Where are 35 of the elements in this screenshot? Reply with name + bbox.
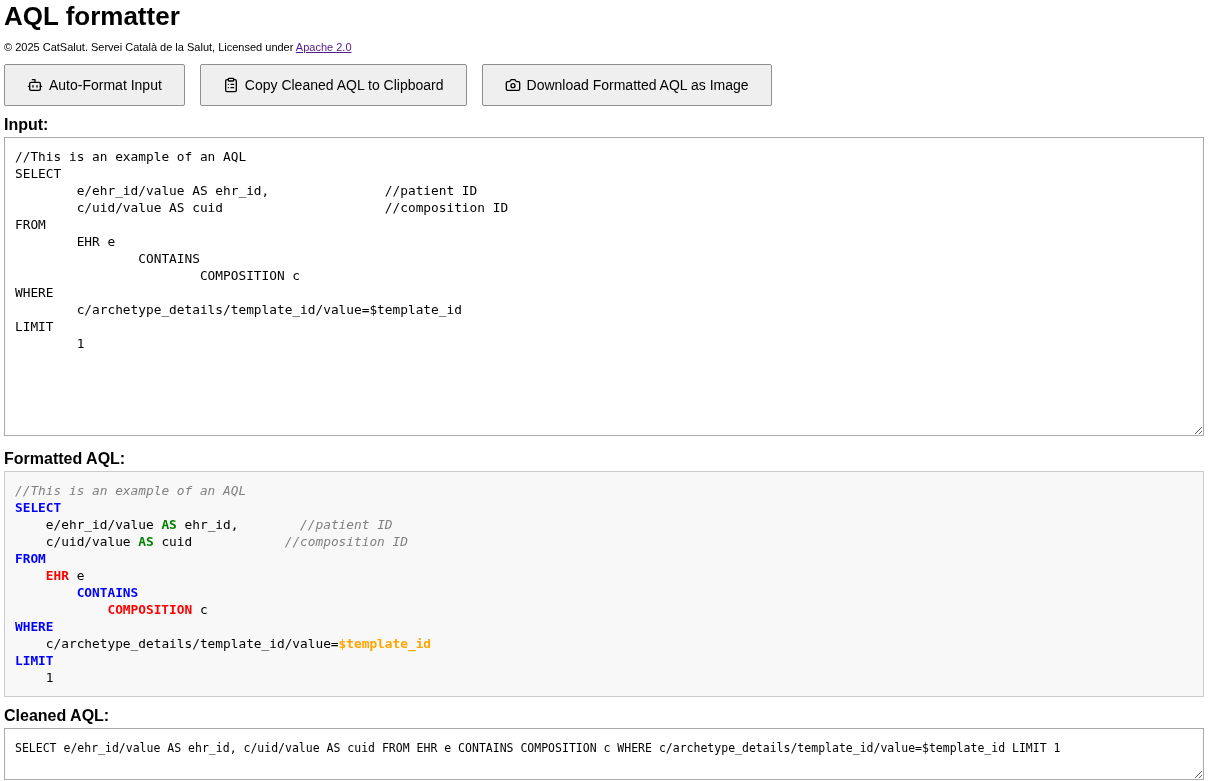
code-token: c/archetype_details/template_id/value=	[45, 636, 339, 651]
code-token: WHERE	[15, 619, 54, 634]
code-token: AS	[138, 534, 154, 549]
input-field[interactable]: //This is an example of an AQL SELECT e/ehr_id/value AS ehr_id, //patient ID c/uid/value AS cuid //composition ID FROM EHR e CONTAINS COMPOSITION c WHERE c/archetype_details/template_id/value=$template_id LIMIT 1	[4, 137, 1204, 436]
code-token: c	[198, 602, 208, 617]
code-token: //patient ID	[300, 517, 393, 532]
camera-icon	[504, 77, 521, 93]
code-token: AS	[161, 517, 177, 532]
cleaned-output-field[interactable]: SELECT e/ehr_id/value AS ehr_id, c/uid/value AS cuid FROM EHR e CONTAINS COMPOSITION c WHERE c/archetype_details/template_id/value=$template_id LIMIT 1	[4, 728, 1204, 780]
code-token: 1	[45, 670, 54, 685]
code-token: ehr_id,	[183, 517, 240, 532]
section-label: Formatted AQL:	[4, 450, 126, 468]
code-token: COMPOSITION	[107, 602, 193, 617]
code-token: //composition ID	[284, 534, 408, 549]
robot-icon	[27, 77, 43, 93]
toolbar-button[interactable]: Download Formatted AQL as Image	[481, 64, 772, 106]
code-token: CONTAINS	[76, 585, 139, 600]
section-label: Input:	[4, 116, 49, 134]
toolbar-button[interactable]: Auto-Format Input	[4, 64, 185, 106]
toolbar-button[interactable]: Copy Cleaned AQL to Clipboard	[199, 64, 467, 106]
clipboard-icon	[222, 77, 239, 93]
code-token: c/uid/value	[45, 534, 132, 549]
license-link[interactable]: Apache 2.0	[295, 41, 352, 53]
code-token: //This is an example of an AQL	[15, 483, 247, 498]
code-token: e	[75, 568, 85, 583]
section-label: Cleaned AQL:	[4, 707, 110, 725]
page-title: AQL formatter	[4, 0, 180, 32]
code-token: LIMIT	[15, 653, 54, 668]
code-token: EHR	[45, 568, 69, 583]
code-token: FROM	[15, 551, 46, 566]
code-token: cuid	[160, 534, 194, 549]
code-token: e/ehr_id/value	[45, 517, 155, 532]
code-token: SELECT	[15, 500, 62, 515]
code-token: $template_id	[338, 636, 432, 651]
copyright-text: © 2025 CatSalut. Servei Català de la Salut, Licensed under	[4, 41, 294, 53]
